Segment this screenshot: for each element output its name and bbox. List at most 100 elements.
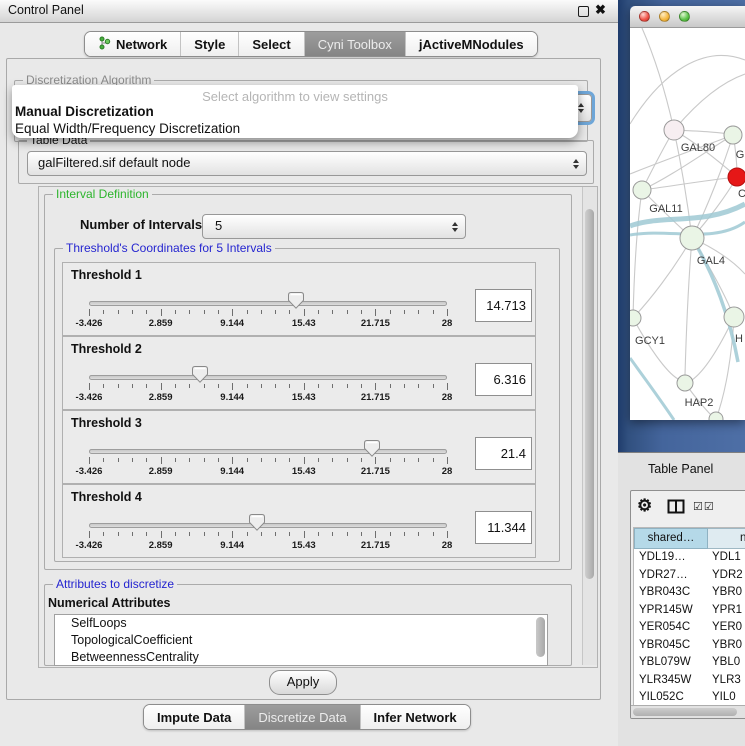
tab-network[interactable]: Network	[85, 32, 181, 56]
attribute-list-item[interactable]: TopologicalCoefficient	[55, 632, 547, 649]
tick-mark	[118, 458, 119, 462]
table-data-combobox[interactable]: galFiltered.sif default node	[27, 151, 587, 176]
attribute-list-item[interactable]: BetweennessCentrality	[55, 649, 547, 666]
slider-track[interactable]	[89, 523, 447, 528]
network-node[interactable]	[677, 375, 693, 391]
table-row[interactable]: YBL079WYBL0	[634, 654, 745, 672]
table-rows: YDL19…YDL1YDR27…YDR2YBR043CYBR0YPR145WYP…	[634, 549, 745, 706]
vertical-scrollbar[interactable]	[582, 187, 597, 665]
tab-jactivemnodules[interactable]: jActiveMNodules	[406, 32, 537, 56]
tick-mark	[247, 384, 248, 388]
table-row[interactable]: YPR145WYPR1	[634, 602, 745, 620]
node-table: shared… n YDL19…YDL1YDR27…YDR2YBR043CYBR…	[633, 527, 745, 706]
threshold-value-field[interactable]: 6.316	[475, 363, 532, 396]
tick-mark	[189, 532, 190, 536]
tick-mark	[304, 457, 305, 464]
zoom-traffic-light[interactable]	[679, 11, 690, 22]
table-row[interactable]: YBR045CYBR0	[634, 637, 745, 655]
network-canvas[interactable]: GAL80GCGAL11GAL4GCY1HHAP2	[630, 28, 745, 420]
list-scrollbar[interactable]	[536, 617, 545, 657]
network-node[interactable]	[724, 307, 744, 327]
close-icon[interactable]: ✖	[595, 2, 606, 18]
tab-infer-network[interactable]: Infer Network	[361, 705, 470, 729]
cell-name: YPR1	[708, 602, 745, 620]
float-window-icon[interactable]	[578, 6, 589, 17]
slider-thumb[interactable]	[249, 514, 265, 531]
tab-select[interactable]: Select	[239, 32, 304, 56]
column-header-name[interactable]: n	[708, 528, 745, 549]
table-row[interactable]: YDR27…YDR2	[634, 567, 745, 585]
algorithm-option[interactable]: Manual Discretization	[15, 104, 575, 121]
minimize-traffic-light[interactable]	[659, 11, 670, 22]
tab-impute-data[interactable]: Impute Data	[144, 705, 245, 729]
scrollbar-thumb[interactable]	[585, 209, 594, 579]
network-node[interactable]	[709, 412, 723, 420]
tick-mark	[332, 310, 333, 314]
tab-cyni-toolbox[interactable]: Cyni Toolbox	[305, 32, 406, 56]
tick-label: 15.43	[279, 318, 329, 329]
tick-mark	[375, 383, 376, 390]
tab-label: Infer Network	[374, 710, 457, 725]
tick-label: 21.715	[350, 466, 400, 477]
network-edge	[633, 190, 642, 318]
network-edge	[674, 74, 745, 130]
tick-mark	[161, 309, 162, 316]
tick-label: 15.43	[279, 392, 329, 403]
tick-mark	[404, 458, 405, 462]
tick-mark	[332, 458, 333, 462]
tab-label: Discretize Data	[258, 710, 346, 725]
table-row[interactable]: YER054CYER0	[634, 619, 745, 637]
tick-mark	[404, 384, 405, 388]
tick-mark	[390, 532, 391, 536]
slider-thumb[interactable]	[288, 292, 304, 309]
node-table-box: ⚙ ☑☑ shared… n YDL19…YDL1YDR27…YDR2YBR04…	[630, 490, 745, 719]
tick-mark	[204, 458, 205, 462]
slider-thumb[interactable]	[192, 366, 208, 383]
attribute-list-item[interactable]: SelfLoops	[55, 615, 547, 632]
table-row[interactable]: YBR043CYBR0	[634, 584, 745, 602]
tick-mark	[118, 384, 119, 388]
table-row[interactable]: YDL19…YDL1	[634, 549, 745, 567]
network-node[interactable]	[728, 168, 745, 186]
checkbox-icons[interactable]: ☑☑	[693, 500, 715, 513]
network-node[interactable]	[724, 126, 742, 144]
group-title: Threshold's Coordinates for 5 Intervals	[63, 241, 275, 255]
tab-style[interactable]: Style	[181, 32, 239, 56]
split-columns-icon[interactable]	[667, 499, 685, 519]
attribute-list: SelfLoopsTopologicalCoefficientBetweenne…	[54, 614, 548, 666]
threshold-value-field[interactable]: 14.713	[475, 289, 532, 322]
tick-mark	[132, 384, 133, 388]
slider-track[interactable]	[89, 449, 447, 454]
network-node[interactable]	[680, 226, 704, 250]
tick-mark	[175, 532, 176, 536]
network-node[interactable]	[633, 181, 651, 199]
network-node[interactable]	[630, 310, 641, 326]
threshold-value-field[interactable]: 21.4	[475, 437, 532, 470]
tick-mark	[247, 458, 248, 462]
tick-mark	[103, 310, 104, 314]
apply-button[interactable]: Apply	[269, 670, 337, 695]
table-row[interactable]: YLR345WYLR3	[634, 672, 745, 690]
number-of-intervals-combobox[interactable]: 5	[202, 214, 466, 239]
tick-mark	[218, 310, 219, 314]
close-traffic-light[interactable]	[639, 11, 650, 22]
gear-icon[interactable]: ⚙	[637, 496, 652, 516]
network-node[interactable]	[664, 120, 684, 140]
slider-thumb[interactable]	[364, 440, 380, 457]
tick-mark	[304, 309, 305, 316]
threshold-panel: Threshold 4-3.4262.8599.14415.4321.71528…	[62, 484, 536, 558]
cell-name: YER0	[708, 619, 745, 637]
algorithm-option[interactable]: Equal Width/Frequency Discretization	[15, 121, 575, 138]
column-header-shared-name[interactable]: shared…	[634, 528, 708, 549]
tab-discretize-data[interactable]: Discretize Data	[245, 705, 360, 729]
tick-mark	[204, 532, 205, 536]
threshold-value-field[interactable]: 11.344	[475, 511, 532, 544]
table-row[interactable]: YIL052CYIL0	[634, 689, 745, 706]
slider-track[interactable]	[89, 301, 447, 306]
slider-track[interactable]	[89, 375, 447, 380]
network-window-titlebar[interactable]	[630, 6, 745, 28]
group-title: Interval Definition	[53, 187, 152, 201]
scrollbar-thumb[interactable]	[633, 708, 737, 716]
tick-mark	[375, 457, 376, 464]
horizontal-scrollbar[interactable]	[631, 705, 745, 718]
